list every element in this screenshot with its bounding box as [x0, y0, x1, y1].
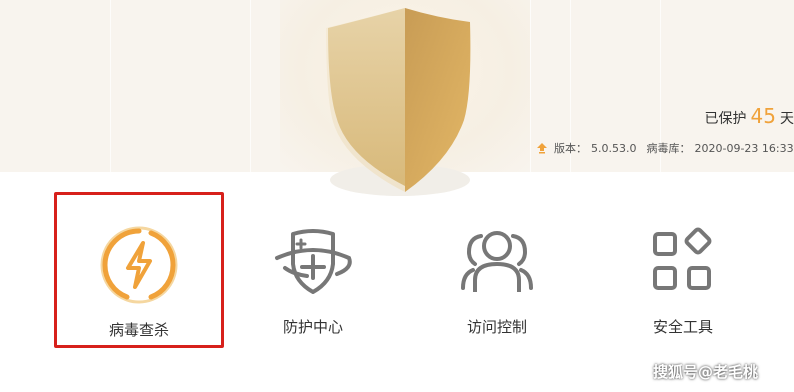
security-tools-tile[interactable]: 安全工具 — [598, 192, 768, 348]
tile-label: 病毒查杀 — [108, 321, 169, 339]
protection-center-tile[interactable]: 防护中心 — [228, 192, 398, 348]
watermark-text: 搜狐号@老毛桃 — [652, 363, 758, 381]
protect-prefix: 已保护 — [704, 111, 747, 127]
hero-background-panel — [110, 0, 251, 172]
virus-db-value: 2020-09-23 16:33 — [694, 142, 794, 155]
upgrade-arrow-icon[interactable] — [536, 142, 548, 157]
version-label: 版本： — [554, 142, 587, 155]
app-window: 已保护 45 天 版本： 5.0.53.0 病毒库： 2020-09-23 16:33 — [0, 0, 794, 392]
virus-db-label: 病毒库： — [646, 142, 691, 155]
users-icon — [455, 220, 539, 304]
tile-label: 访问控制 — [466, 318, 527, 336]
version-value: 5.0.53.0 — [591, 142, 637, 155]
protection-days-status: 已保护 45 天 — [705, 104, 794, 128]
lightning-icon — [97, 223, 181, 307]
tile-label: 防护中心 — [282, 318, 343, 336]
version-info: 版本： 5.0.53.0 病毒库： 2020-09-23 16:33 — [536, 140, 794, 157]
shield-logo — [318, 0, 478, 200]
tools-grid-icon — [641, 220, 725, 304]
hero-background-panel — [250, 0, 281, 172]
tile-label: 安全工具 — [652, 318, 713, 336]
protect-suffix: 天 — [780, 111, 794, 127]
shield-plus-icon — [271, 220, 355, 304]
protect-days-count: 45 — [750, 104, 776, 128]
virus-scan-tile[interactable]: 病毒查杀 — [54, 192, 224, 348]
access-control-tile[interactable]: 访问控制 — [412, 192, 582, 348]
